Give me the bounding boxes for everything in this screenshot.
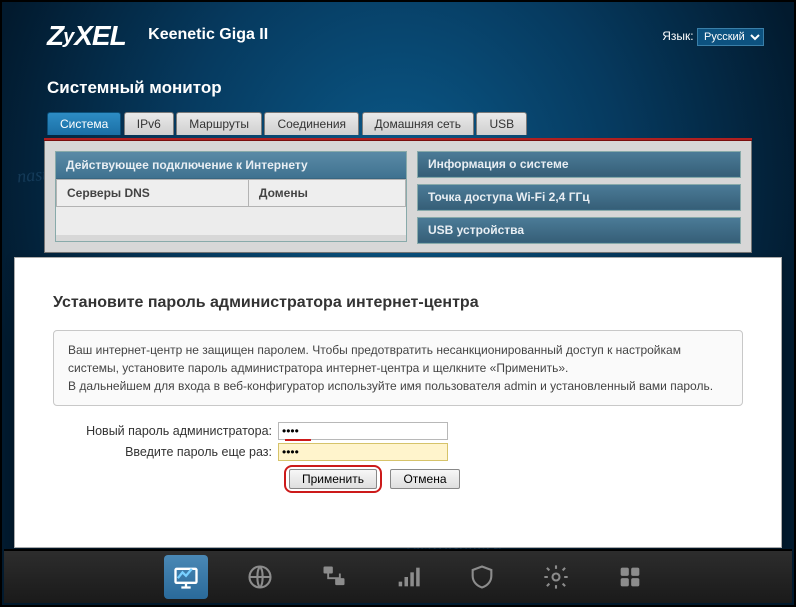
dns-table: Серверы DNS Домены (56, 179, 406, 207)
tab-ipv6[interactable]: IPv6 (124, 112, 174, 135)
panel-system-info: Информация о системе (417, 151, 741, 178)
panel-internet-connection: Действующее подключение к Интернету Серв… (55, 151, 407, 242)
page-title: Системный монитор (2, 60, 794, 112)
tab-routes[interactable]: Маршруты (176, 112, 262, 135)
content-panels: Действующее подключение к Интернету Серв… (44, 141, 752, 253)
panel-usb-devices: USB устройства (417, 217, 741, 244)
tab-connections[interactable]: Соединения (264, 112, 359, 135)
header: ZyXEL Keenetic Giga II Язык: Русский (2, 2, 794, 60)
cancel-button[interactable]: Отмена (390, 469, 459, 489)
password-modal: Установите пароль администратора интерне… (14, 257, 782, 548)
label-new-password: Новый пароль администратора: (53, 424, 278, 438)
tab-home-network[interactable]: Домашняя сеть (362, 112, 474, 135)
shield-icon[interactable] (460, 555, 504, 599)
col-domains: Домены (248, 180, 405, 207)
highlight-underline-icon (285, 439, 311, 441)
network-icon[interactable] (312, 555, 356, 599)
repeat-password-input[interactable] (278, 443, 448, 461)
label-repeat-password: Введите пароль еще раз: (53, 445, 278, 459)
apps-icon[interactable] (608, 555, 652, 599)
monitor-icon[interactable] (164, 555, 208, 599)
col-dns: Серверы DNS (57, 180, 249, 207)
modal-title: Установите пароль администратора интерне… (53, 294, 743, 312)
wifi-icon[interactable] (386, 555, 430, 599)
tab-system[interactable]: Система (47, 112, 121, 135)
globe-icon[interactable] (238, 555, 282, 599)
brand-logo: ZyXEL (47, 20, 126, 52)
language-label: Язык: (662, 29, 693, 43)
panel-wifi-24: Точка доступа Wi-Fi 2,4 ГГц (417, 184, 741, 211)
modal-info: Ваш интернет-центр не защищен паролем. Ч… (53, 330, 743, 406)
tab-usb[interactable]: USB (476, 112, 527, 135)
apply-button[interactable]: Применить (289, 469, 377, 489)
gear-icon[interactable] (534, 555, 578, 599)
panel-head-internet: Действующее подключение к Интернету (56, 152, 406, 179)
language-select[interactable]: Русский (697, 28, 764, 46)
apply-highlight-icon: Применить (284, 465, 382, 493)
product-name: Keenetic Giga II (148, 26, 268, 43)
bottom-navbar (4, 549, 792, 603)
new-password-input[interactable] (278, 422, 448, 440)
language-selector: Язык: Русский (662, 28, 764, 46)
tab-bar: Система IPv6 Маршруты Соединения Домашня… (47, 112, 794, 138)
